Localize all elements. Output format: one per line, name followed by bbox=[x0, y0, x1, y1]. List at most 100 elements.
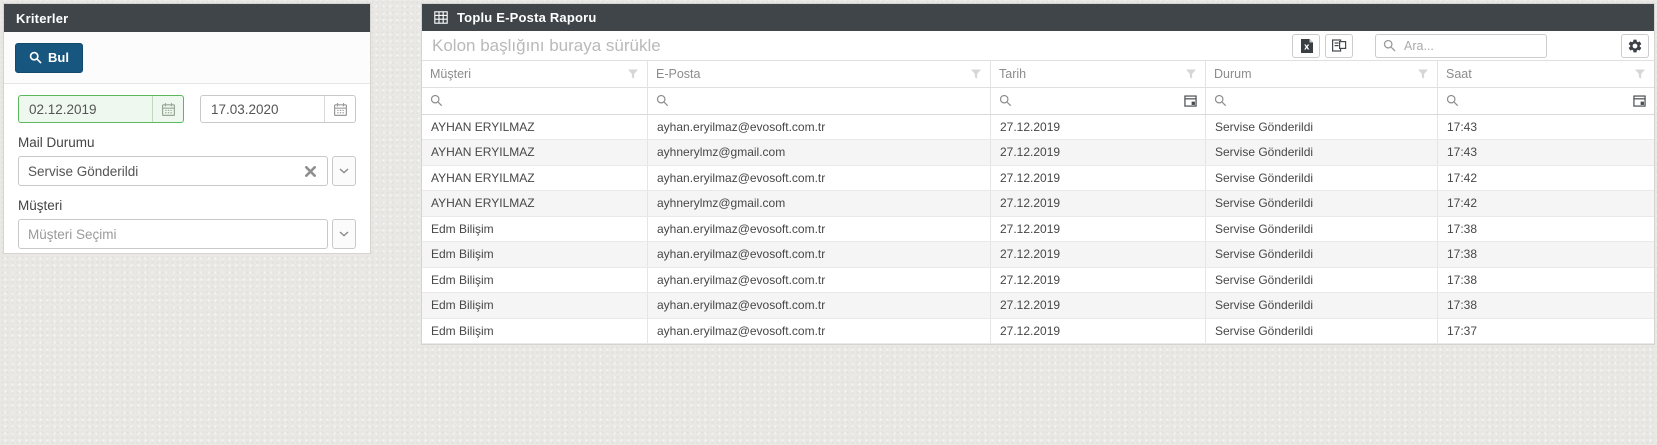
filter-cell-saat[interactable] bbox=[1438, 88, 1654, 113]
date-to-field[interactable]: 17.03.2020 bbox=[200, 95, 356, 123]
calendar-icon bbox=[333, 102, 348, 117]
cell-eposta: ayhan.eryilmaz@evosoft.com.tr bbox=[648, 217, 991, 242]
column-chooser-button[interactable] bbox=[1325, 34, 1353, 58]
table-row[interactable]: AYHAN ERYILMAZ ayhan.eryilmaz@evosoft.co… bbox=[422, 166, 1654, 192]
search-icon bbox=[1214, 94, 1227, 107]
table-row[interactable]: Edm Bilişim ayhan.eryilmaz@evosoft.com.t… bbox=[422, 242, 1654, 268]
column-header-saat[interactable]: Saat bbox=[1438, 61, 1654, 87]
table-row[interactable]: Edm Bilişim ayhan.eryilmaz@evosoft.com.t… bbox=[422, 293, 1654, 319]
search-icon bbox=[999, 94, 1012, 107]
grid-header-row: Müşteri E-Posta Tarih Durum Saat bbox=[422, 61, 1654, 88]
date-to-value[interactable]: 17.03.2020 bbox=[201, 96, 324, 122]
cell-durum: Servise Gönderildi bbox=[1206, 115, 1438, 140]
gear-icon bbox=[1627, 38, 1643, 54]
grid-settings-button[interactable] bbox=[1621, 34, 1649, 58]
search-icon bbox=[29, 51, 42, 64]
cell-eposta: ayhan.eryilmaz@evosoft.com.tr bbox=[648, 166, 991, 191]
cell-saat: 17:42 bbox=[1438, 191, 1654, 216]
date-to-calendar-button[interactable] bbox=[324, 96, 355, 122]
customer-dropdown-button[interactable] bbox=[332, 219, 356, 249]
filter-cell-tarih[interactable] bbox=[991, 88, 1206, 113]
grid-search-input[interactable] bbox=[1402, 38, 1539, 54]
cell-saat: 17:38 bbox=[1438, 293, 1654, 318]
find-button[interactable]: Bul bbox=[15, 43, 83, 73]
cell-saat: 17:38 bbox=[1438, 242, 1654, 267]
mail-status-label: Mail Durumu bbox=[18, 135, 356, 150]
search-icon bbox=[430, 94, 443, 107]
column-header-tarih[interactable]: Tarih bbox=[991, 61, 1206, 87]
grid-filter-row bbox=[422, 88, 1654, 114]
group-drop-zone[interactable]: Kolon başlığını buraya sürükle bbox=[432, 36, 661, 56]
cell-durum: Servise Gönderildi bbox=[1206, 319, 1438, 344]
column-header-eposta[interactable]: E-Posta bbox=[648, 61, 991, 87]
cell-saat: 17:43 bbox=[1438, 140, 1654, 165]
cell-eposta: ayhan.eryilmaz@evosoft.com.tr bbox=[648, 242, 991, 267]
table-row[interactable]: AYHAN ERYILMAZ ayhnerylmz@gmail.com 27.1… bbox=[422, 191, 1654, 217]
criteria-panel-header: Kriterler bbox=[4, 4, 370, 32]
cell-musteri: Edm Bilişim bbox=[422, 319, 648, 344]
filter-funnel-icon[interactable] bbox=[627, 68, 639, 80]
cell-saat: 17:37 bbox=[1438, 319, 1654, 344]
table-row[interactable]: AYHAN ERYILMAZ ayhnerylmz@gmail.com 27.1… bbox=[422, 140, 1654, 166]
cell-tarih: 27.12.2019 bbox=[991, 268, 1206, 293]
date-from-value[interactable]: 02.12.2019 bbox=[19, 96, 152, 122]
mail-status-dropdown-button[interactable] bbox=[332, 156, 356, 186]
cell-durum: Servise Gönderildi bbox=[1206, 191, 1438, 216]
find-section: Bul bbox=[4, 32, 370, 84]
customer-label: Müşteri bbox=[18, 198, 356, 213]
mail-status-select[interactable]: Servise Gönderildi bbox=[18, 156, 328, 186]
cell-durum: Servise Gönderildi bbox=[1206, 140, 1438, 165]
grid-body: AYHAN ERYILMAZ ayhan.eryilmaz@evosoft.co… bbox=[422, 115, 1654, 345]
cell-musteri: Edm Bilişim bbox=[422, 242, 648, 267]
search-icon bbox=[1446, 94, 1459, 107]
column-header-durum[interactable]: Durum bbox=[1206, 61, 1438, 87]
table-row[interactable]: Edm Bilişim ayhan.eryilmaz@evosoft.com.t… bbox=[422, 268, 1654, 294]
chevron-down-icon bbox=[339, 231, 349, 237]
customer-placeholder: Müşteri Seçimi bbox=[28, 227, 318, 242]
filter-cell-musteri[interactable] bbox=[422, 88, 648, 113]
cell-eposta: ayhan.eryilmaz@evosoft.com.tr bbox=[648, 268, 991, 293]
table-row[interactable]: Edm Bilişim ayhan.eryilmaz@evosoft.com.t… bbox=[422, 319, 1654, 345]
filter-funnel-icon[interactable] bbox=[1634, 68, 1646, 80]
filter-cell-durum[interactable] bbox=[1206, 88, 1438, 113]
cell-musteri: AYHAN ERYILMAZ bbox=[422, 115, 648, 140]
calendar-icon[interactable] bbox=[1633, 94, 1646, 107]
search-icon bbox=[656, 94, 669, 107]
criteria-fields: 02.12.2019 17.03.2020 bbox=[4, 84, 370, 249]
cell-tarih: 27.12.2019 bbox=[991, 115, 1206, 140]
grid-toolbar: Kolon başlığını buraya sürükle x bbox=[422, 31, 1654, 60]
cell-tarih: 27.12.2019 bbox=[991, 217, 1206, 242]
date-from-field[interactable]: 02.12.2019 bbox=[18, 95, 184, 123]
export-excel-button[interactable]: x bbox=[1292, 34, 1320, 58]
cell-durum: Servise Gönderildi bbox=[1206, 293, 1438, 318]
table-row[interactable]: AYHAN ERYILMAZ ayhan.eryilmaz@evosoft.co… bbox=[422, 115, 1654, 141]
filter-funnel-icon[interactable] bbox=[970, 68, 982, 80]
report-panel-title: Toplu E-Posta Raporu bbox=[457, 10, 597, 25]
cell-saat: 17:38 bbox=[1438, 268, 1654, 293]
svg-text:x: x bbox=[1304, 42, 1310, 52]
cell-saat: 17:42 bbox=[1438, 166, 1654, 191]
clear-icon[interactable] bbox=[303, 164, 318, 179]
cell-tarih: 27.12.2019 bbox=[991, 293, 1206, 318]
cell-tarih: 27.12.2019 bbox=[991, 166, 1206, 191]
cell-musteri: AYHAN ERYILMAZ bbox=[422, 140, 648, 165]
calendar-icon[interactable] bbox=[1184, 94, 1197, 107]
date-from-calendar-button[interactable] bbox=[152, 96, 183, 122]
grid-search-box[interactable] bbox=[1375, 34, 1547, 58]
cell-musteri: AYHAN ERYILMAZ bbox=[422, 166, 648, 191]
filter-funnel-icon[interactable] bbox=[1185, 68, 1197, 80]
cell-tarih: 27.12.2019 bbox=[991, 191, 1206, 216]
cell-eposta: ayhan.eryilmaz@evosoft.com.tr bbox=[648, 319, 991, 344]
filter-funnel-icon[interactable] bbox=[1417, 68, 1429, 80]
mail-status-value: Servise Gönderildi bbox=[28, 164, 303, 179]
cell-eposta: ayhnerylmz@gmail.com bbox=[648, 191, 991, 216]
cell-durum: Servise Gönderildi bbox=[1206, 268, 1438, 293]
column-chooser-icon bbox=[1331, 38, 1347, 53]
cell-musteri: Edm Bilişim bbox=[422, 217, 648, 242]
column-header-musteri[interactable]: Müşteri bbox=[422, 61, 648, 87]
filter-cell-eposta[interactable] bbox=[648, 88, 991, 113]
criteria-panel: Kriterler Bul 02.12.2019 bbox=[3, 3, 371, 254]
table-row[interactable]: Edm Bilişim ayhan.eryilmaz@evosoft.com.t… bbox=[422, 217, 1654, 243]
customer-select[interactable]: Müşteri Seçimi bbox=[18, 219, 328, 249]
report-panel-header: Toplu E-Posta Raporu bbox=[422, 4, 1654, 31]
